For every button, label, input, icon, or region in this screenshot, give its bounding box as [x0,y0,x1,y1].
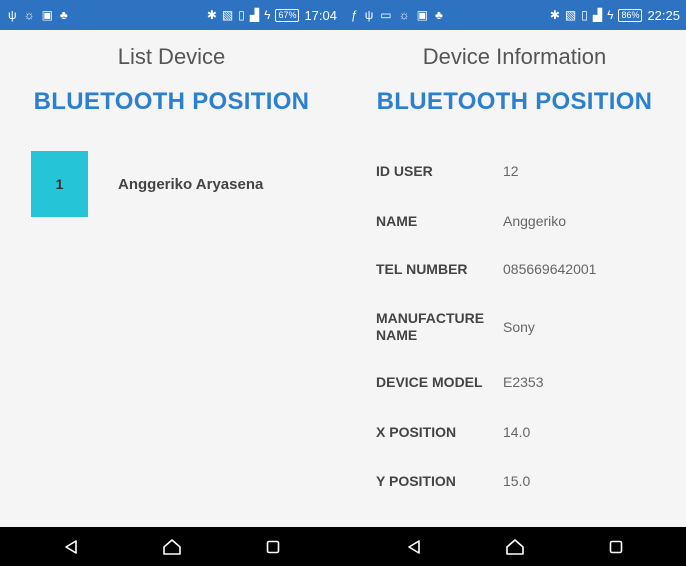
signal-lte-icon: ▟ [249,8,260,22]
recents-icon [609,540,622,553]
home-icon [162,538,181,555]
gallery-icon: ▣ [41,8,53,22]
device-number-badge: 1 [31,151,88,217]
info-value: 15.0 [503,473,531,489]
app-title: BLUETOOTH POSITION [376,88,653,115]
device-list-item[interactable]: 1 Anggeriko Aryasena [31,151,331,217]
charging-icon: ϟ [264,8,271,22]
navigation-bar [0,527,343,566]
status-bar: ƒ ψ ▭ ☼ ▣ ♣ ✱ ▧ ▯ ▟ ϟ 86% 22:25 [343,0,686,30]
device-information-screen: ƒ ψ ▭ ☼ ▣ ♣ ✱ ▧ ▯ ▟ ϟ 86% 22:25 Device I… [343,0,686,566]
navigation-bar [343,527,686,566]
back-icon [407,539,420,554]
status-time: 22:25 [647,7,680,23]
vibrate-icon: ▯ [581,8,588,22]
nfc-icon: ▧ [221,8,234,22]
info-label: NAME [376,212,418,229]
vibrate-icon: ▯ [238,8,245,22]
back-button[interactable] [402,535,426,559]
usb-icon: ψ [8,8,17,22]
info-value: 14.0 [503,424,531,440]
info-value: E2353 [503,374,544,390]
photo-icon: ▣ [416,8,428,22]
gallery-icon: ▭ [380,8,392,22]
status-time: 17:04 [304,7,337,23]
bug-icon: ♣ [59,8,68,22]
info-row-tel-number: TEL NUMBER 085669642001 [376,249,676,289]
home-button[interactable] [160,535,184,559]
info-row-y-position: Y POSITION 15.0 [376,461,676,501]
battery-level: 86% [618,8,643,22]
signal-lte-icon: ▟ [592,8,603,22]
info-value: Anggeriko [503,213,567,229]
info-row-x-position: X POSITION 14.0 [376,412,676,452]
recents-button[interactable] [604,535,628,559]
back-button[interactable] [59,535,83,559]
info-label: DEVICE MODEL [376,373,483,390]
bluetooth-icon: ✱ [206,8,217,22]
recents-button[interactable] [261,535,285,559]
facebook-icon: ƒ [351,8,358,22]
back-icon [64,539,77,554]
bluetooth-icon: ✱ [549,8,560,22]
info-label: TEL NUMBER [376,260,468,277]
recents-icon [266,540,279,553]
info-label: X POSITION [376,423,457,440]
info-row-id-user: ID USER 12 [376,151,676,191]
device-name: Anggeriko Aryasena [118,175,264,193]
home-icon [505,538,524,555]
brightness-icon: ☼ [23,8,35,22]
home-button[interactable] [503,535,527,559]
info-label: ID USER [376,162,433,179]
battery-level: 67% [275,8,300,22]
info-row-device-model: DEVICE MODEL E2353 [376,362,676,402]
info-row-manufacture-name: MANUFACTURE NAME Sony [376,307,676,347]
charging-icon: ϟ [607,8,614,22]
bug-icon: ♣ [434,8,443,22]
status-bar: ψ ☼ ▣ ♣ ✱ ▧ ▯ ▟ ϟ 67% 17:04 [0,0,343,30]
page-heading: Device Information [422,44,607,69]
brightness-icon: ☼ [398,8,410,22]
info-label: MANUFACTURE NAME [376,310,485,343]
page-heading: List Device [117,44,226,69]
list-device-screen: ψ ☼ ▣ ♣ ✱ ▧ ▯ ▟ ϟ 67% 17:04 List Device … [0,0,343,566]
info-value: 085669642001 [503,261,597,277]
info-label: Y POSITION [376,472,456,489]
nfc-icon: ▧ [564,8,577,22]
usb-icon: ψ [364,8,374,22]
app-title: BLUETOOTH POSITION [33,88,310,115]
info-value: Sony [503,319,535,335]
info-value: 12 [503,163,519,179]
info-row-name: NAME Anggeriko [376,201,676,241]
